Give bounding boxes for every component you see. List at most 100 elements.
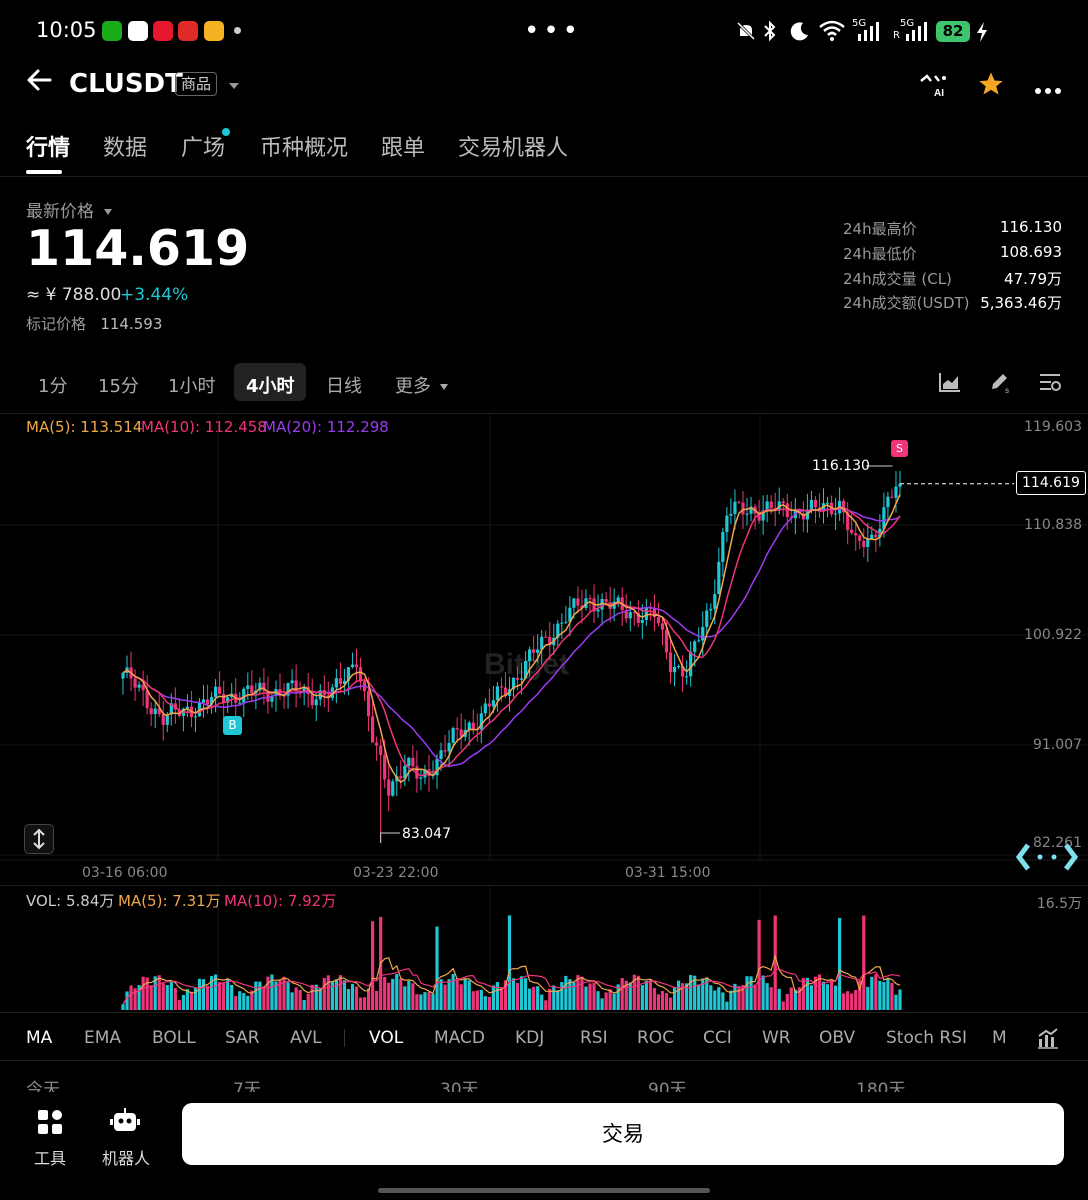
volume-bar-17	[189, 991, 194, 1010]
pair-dropdown-chevron-icon[interactable]	[228, 76, 240, 95]
volume-bar-48	[314, 984, 318, 1010]
stat-label-volume: 24h成交量 (CL)	[843, 270, 952, 288]
candle-body-129	[640, 619, 644, 623]
charging-bolt-icon	[977, 22, 987, 42]
indicator-settings-icon[interactable]	[1037, 1027, 1059, 1053]
indicator-ema[interactable]: EMA	[84, 1028, 121, 1048]
status-center-dots-icon: •••	[524, 16, 583, 46]
volume-bar-57	[350, 983, 355, 1010]
interval-15m[interactable]: 15分	[98, 372, 139, 398]
volume-bar-51	[326, 975, 330, 1010]
vertical-scale-button[interactable]	[24, 824, 54, 854]
candle-body-150	[725, 515, 729, 533]
chart-type-icon[interactable]	[938, 371, 962, 397]
volume-bar-162	[773, 915, 777, 1010]
tab-data[interactable]: 数据	[103, 130, 147, 162]
indicator-cci[interactable]: CCI	[703, 1028, 732, 1048]
indicator-vol[interactable]: VOL	[369, 1028, 403, 1048]
candle-body-71	[407, 757, 411, 766]
robot-icon[interactable]	[110, 1107, 140, 1139]
indicator-sar[interactable]: SAR	[225, 1028, 260, 1048]
wechat-icon	[102, 21, 122, 41]
volume-bar-192	[894, 994, 898, 1010]
volume-bar-189	[882, 981, 886, 1010]
volume-bar-5	[141, 976, 145, 1010]
volume-bar-129	[640, 985, 644, 1010]
candle-body-182	[854, 533, 858, 536]
indicator-avl[interactable]: AVL	[290, 1028, 322, 1048]
tab-trading-bot[interactable]: 交易机器人	[458, 130, 568, 162]
indicator-macd[interactable]: MACD	[434, 1028, 485, 1048]
favorite-star-icon[interactable]	[977, 70, 1005, 102]
interval-1m[interactable]: 1分	[38, 372, 67, 398]
back-arrow-icon[interactable]	[26, 66, 54, 102]
sell-marker[interactable]: S	[891, 440, 908, 457]
volume-bar-88	[475, 990, 479, 1010]
indicator-rsi[interactable]: RSI	[580, 1028, 608, 1048]
kline-chart[interactable]: Bitget	[0, 414, 1088, 1014]
tools-label[interactable]: 工具	[34, 1145, 66, 1169]
candle-body-69	[399, 776, 403, 779]
indicator-roc[interactable]: ROC	[637, 1028, 674, 1048]
volume-bar-193	[898, 989, 902, 1010]
volume-bar-49	[318, 988, 322, 1010]
interval-1h[interactable]: 1小时	[168, 372, 215, 398]
last-price-label[interactable]: 最新价格	[26, 197, 113, 222]
volume-bar-135	[664, 993, 669, 1010]
candle-body-47	[310, 694, 314, 706]
volume-bar-104	[540, 994, 544, 1010]
tab-market[interactable]: 行情	[26, 130, 70, 162]
interval-1d[interactable]: 日线	[326, 372, 362, 398]
home-indicator[interactable]	[378, 1188, 710, 1193]
indicator-ma[interactable]: MA	[26, 1028, 52, 1048]
pair-symbol[interactable]: CLUSDT	[69, 69, 183, 99]
candle-body-164	[781, 501, 785, 504]
drawing-tool-icon[interactable]: s	[988, 370, 1012, 398]
volume-bar-46	[306, 993, 310, 1010]
weibo-icon	[153, 21, 173, 41]
vol-axis-max: 16.5万	[1036, 896, 1082, 912]
more-options-icon[interactable]	[1034, 80, 1062, 99]
range-divider	[0, 1060, 1088, 1061]
candle-body-144	[701, 626, 705, 641]
chart-scroll-nav-icon[interactable]	[1015, 842, 1079, 876]
volume-bar-80	[443, 984, 447, 1010]
indicator-more[interactable]: M	[992, 1028, 1006, 1048]
indicator-boll[interactable]: BOLL	[152, 1028, 196, 1048]
candle-body-109	[560, 622, 564, 624]
robot-label[interactable]: 机器人	[102, 1145, 150, 1169]
volume-bar-148	[717, 987, 721, 1010]
interval-more[interactable]: 更多	[395, 372, 449, 398]
volume-bar-14	[177, 1000, 181, 1010]
tools-icon[interactable]	[36, 1108, 64, 1140]
tab-copy-trading[interactable]: 跟单	[381, 130, 425, 162]
volume-bar-166	[789, 987, 793, 1010]
y-tick-1: 110.838	[1024, 517, 1082, 533]
indicator-wr[interactable]: WR	[762, 1028, 791, 1048]
candle-body-21	[205, 699, 210, 705]
chart-settings-icon[interactable]	[1038, 371, 1062, 397]
volume-bar-186	[870, 976, 874, 1010]
volume-bar-105	[544, 1000, 548, 1010]
indicator-stoch-rsi[interactable]: Stoch RSI	[886, 1028, 967, 1048]
volume-bar-188	[878, 980, 882, 1010]
volume-bar-70	[403, 986, 407, 1010]
candle-body-10	[161, 714, 165, 725]
volume-bar-121	[608, 989, 612, 1010]
interval-4h[interactable]: 4小时	[246, 372, 295, 398]
volume-bar-69	[399, 978, 403, 1010]
buy-marker[interactable]: B	[223, 716, 242, 735]
indicator-kdj[interactable]: KDJ	[515, 1028, 544, 1048]
volume-bar-87	[471, 991, 475, 1010]
volume-bar-7	[149, 985, 153, 1010]
tab-square[interactable]: 广场	[181, 130, 225, 162]
trade-button[interactable]: 交易	[182, 1103, 1064, 1165]
candle-body-113	[576, 598, 580, 606]
ai-assistant-icon[interactable]: AI	[918, 72, 950, 102]
mark-price-label: 标记价格	[26, 315, 87, 333]
tab-coin-overview[interactable]: 币种概况	[260, 130, 348, 162]
cellular-signal-icon	[858, 22, 879, 41]
volume-bar-180	[846, 991, 850, 1010]
volume-bar-92	[491, 985, 495, 1010]
indicator-obv[interactable]: OBV	[819, 1028, 855, 1048]
